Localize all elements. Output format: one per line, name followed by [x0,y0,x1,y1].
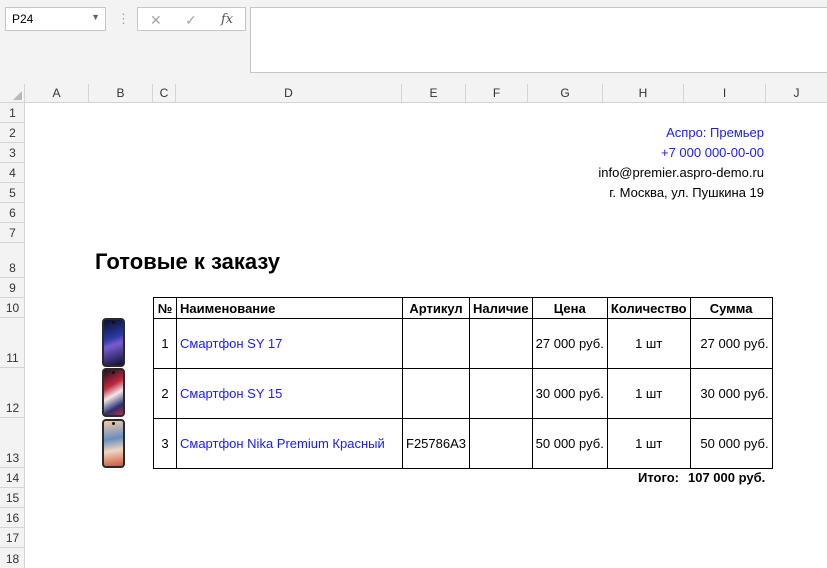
worksheet[interactable]: Аспро: Премьер +7 000 000-00-00 info@pre… [26,103,827,568]
sku-cell: F25786A3 [402,418,470,469]
row-header-1[interactable]: 1 [0,103,25,123]
order-table: № Наименование Артикул Наличие Цена Коли… [153,297,773,469]
company-address: г. Москва, ул. Пушкина 19 [609,185,764,200]
company-name: Аспро: Премьер [666,125,764,140]
stock-cell [469,318,533,369]
page-title: Готовые к заказу [95,249,280,274]
name-box-value: P24 [12,12,34,26]
row-header-8[interactable]: 8 [0,243,25,278]
table-row: 3 Смартфон Nika Premium Красный F25786A3… [153,418,773,469]
qty-cell: 1 шт [606,318,691,369]
column-headers: A B C D E F G H I J [25,84,827,103]
row-number: 1 [153,318,177,369]
column-header-j[interactable]: J [766,84,827,103]
column-header-i[interactable]: I [684,84,766,103]
product-image-2 [102,368,125,417]
product-name-cell: Смартфон Nika Premium Красный [176,418,403,469]
table-row: 1 Смартфон SY 17 27 000 руб. 1 шт 27 000… [153,318,773,369]
qty-cell: 1 шт [606,418,691,469]
sum-cell: 50 000 руб. [689,418,773,469]
column-header-g[interactable]: G [528,84,603,103]
col-number-header: № [153,297,177,319]
qty-cell: 1 шт [606,368,691,419]
product-image-3 [102,419,125,468]
cancel-icon[interactable]: ✕ [150,12,162,29]
price-cell: 50 000 руб. [531,418,608,469]
column-header-b[interactable]: B [89,84,153,103]
column-header-e[interactable]: E [402,84,466,103]
row-header-9[interactable]: 9 [0,278,25,298]
row-header-3[interactable]: 3 [0,143,25,163]
row-header-5[interactable]: 5 [0,183,25,203]
column-header-c[interactable]: C [153,84,176,103]
column-header-h[interactable]: H [603,84,684,103]
product-link[interactable]: Смартфон Nika Premium Красный [180,436,385,451]
row-header-11[interactable]: 11 [0,318,25,368]
price-cell: 27 000 руб. [531,318,608,369]
company-email: info@premier.aspro-demo.ru [598,165,764,180]
row-header-14[interactable]: 14 [0,468,25,488]
name-box[interactable]: P24 ▼ [5,7,106,31]
col-name-header: Наименование [176,297,403,319]
product-name-cell: Смартфон SY 17 [176,318,403,369]
row-number: 2 [153,368,177,419]
total-label: Итого: [638,470,679,485]
insert-function-icon[interactable]: fx [221,12,233,27]
chevron-down-icon[interactable]: ▼ [91,12,100,22]
stock-cell [469,418,533,469]
col-sum-header: Сумма [689,297,773,319]
column-header-a[interactable]: A [25,84,89,103]
product-link[interactable]: Смартфон SY 17 [180,336,282,351]
row-header-7[interactable]: 7 [0,223,25,243]
drag-handle-icon[interactable]: ⋮ [117,11,130,27]
row-header-6[interactable]: 6 [0,203,25,223]
row-header-2[interactable]: 2 [0,123,25,143]
sum-cell: 27 000 руб. [689,318,773,369]
company-phone: +7 000 000-00-00 [660,145,764,160]
row-header-18[interactable]: 18 [0,548,25,568]
row-header-10[interactable]: 10 [0,298,25,318]
formula-toolbar: P24 ▼ ⋮ ✕ ✓ fx [0,0,827,84]
price-cell: 30 000 руб. [531,368,608,419]
product-name-cell: Смартфон SY 15 [176,368,403,419]
sku-cell [402,318,470,369]
col-sku-header: Артикул [402,297,470,319]
total-value: 107 000 руб. [688,470,766,485]
row-header-16[interactable]: 16 [0,508,25,528]
enter-icon[interactable]: ✓ [185,12,197,29]
row-headers: 1 2 3 4 5 6 7 8 9 10 11 12 13 14 15 16 1… [0,103,25,568]
col-price-header: Цена [531,297,608,319]
product-image-1 [102,318,125,367]
formula-input[interactable] [250,7,827,73]
row-header-15[interactable]: 15 [0,488,25,508]
row-header-13[interactable]: 13 [0,418,25,468]
col-stock-header: Наличие [469,297,533,319]
row-number: 3 [153,418,177,469]
column-header-f[interactable]: F [466,84,528,103]
sum-cell: 30 000 руб. [689,368,773,419]
sku-cell [402,368,470,419]
row-header-4[interactable]: 4 [0,163,25,183]
table-header-row: № Наименование Артикул Наличие Цена Коли… [153,297,773,319]
select-all-button[interactable] [0,84,25,103]
table-row: 2 Смартфон SY 15 30 000 руб. 1 шт 30 000… [153,368,773,419]
row-header-12[interactable]: 12 [0,368,25,418]
row-header-17[interactable]: 17 [0,528,25,548]
col-qty-header: Количество [606,297,691,319]
stock-cell [469,368,533,419]
product-link[interactable]: Смартфон SY 15 [180,386,282,401]
formula-buttons: ✕ ✓ fx [137,7,246,31]
column-header-d[interactable]: D [176,84,402,103]
